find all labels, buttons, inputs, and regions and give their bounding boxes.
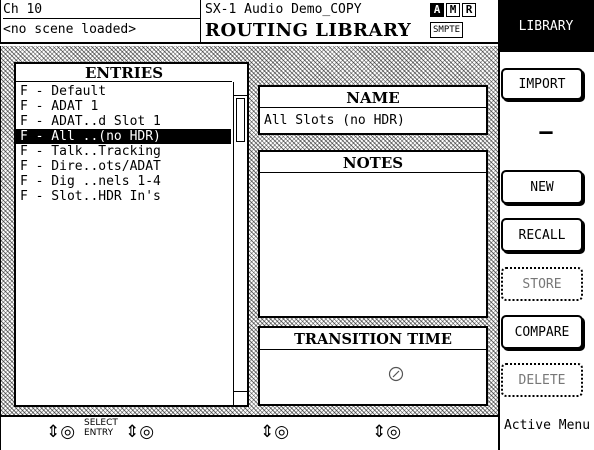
- project-name: SX-1 Audio Demo_COPY: [205, 2, 362, 17]
- knob4-icon[interactable]: ⇕◎: [372, 422, 401, 442]
- clock-icon[interactable]: [388, 366, 404, 382]
- store-button: STORE: [501, 267, 583, 301]
- knob1-label: SELECT ENTRY: [84, 418, 118, 438]
- knob3-icon[interactable]: ⇕◎: [260, 422, 289, 442]
- list-item[interactable]: F - Default: [16, 84, 232, 99]
- name-value[interactable]: All Slots (no HDR): [264, 113, 405, 128]
- list-item[interactable]: F - Dire..ots/ADAT: [16, 159, 232, 174]
- new-button[interactable]: NEW: [501, 170, 583, 204]
- tab-library[interactable]: LIBRARY: [498, 0, 594, 52]
- knob2-icon[interactable]: ⇕◎: [125, 422, 154, 442]
- list-item-selected[interactable]: F - All ..(no HDR): [16, 129, 231, 144]
- list-item[interactable]: F - ADAT 1: [16, 99, 232, 114]
- delete-button: DELETE: [501, 363, 583, 397]
- list-item[interactable]: F - ADAT..d Slot 1: [16, 114, 232, 129]
- scrollbar-down[interactable]: [233, 391, 247, 405]
- notes-title: NOTES: [260, 153, 486, 173]
- active-menu-label: Active Menu: [503, 418, 591, 433]
- channel-label: Ch 10: [3, 2, 43, 17]
- status-indicators: A M R: [430, 3, 496, 19]
- name-title: NAME: [260, 88, 486, 108]
- sidebar-separator: —: [539, 119, 553, 145]
- screen-title: ROUTING LIBRARY: [205, 20, 412, 41]
- notes-field[interactable]: [264, 178, 482, 312]
- list-item[interactable]: F - Talk..Tracking: [16, 144, 232, 159]
- list-item[interactable]: F - Dig ..nels 1-4: [16, 174, 232, 189]
- scrollbar-up[interactable]: [233, 82, 247, 96]
- knob1-icon[interactable]: ⇕◎: [46, 422, 75, 442]
- import-button[interactable]: IMPORT: [501, 68, 583, 100]
- indicator-m: M: [446, 3, 460, 17]
- transition-title: TRANSITION TIME: [260, 330, 486, 350]
- scrollbar-thumb[interactable]: [236, 98, 245, 142]
- recall-button[interactable]: RECALL: [501, 218, 583, 252]
- smpte-indicator: SMPTE: [430, 22, 464, 38]
- compare-button[interactable]: COMPARE: [501, 315, 583, 349]
- entries-list[interactable]: F - Default F - ADAT 1 F - ADAT..d Slot …: [16, 84, 232, 204]
- entries-title: ENTRIES: [16, 64, 232, 82]
- list-item[interactable]: F - Slot..HDR In's: [16, 189, 232, 204]
- scene-status: <no scene loaded>: [3, 22, 137, 37]
- indicator-a: A: [430, 3, 444, 17]
- indicator-r: R: [462, 3, 476, 17]
